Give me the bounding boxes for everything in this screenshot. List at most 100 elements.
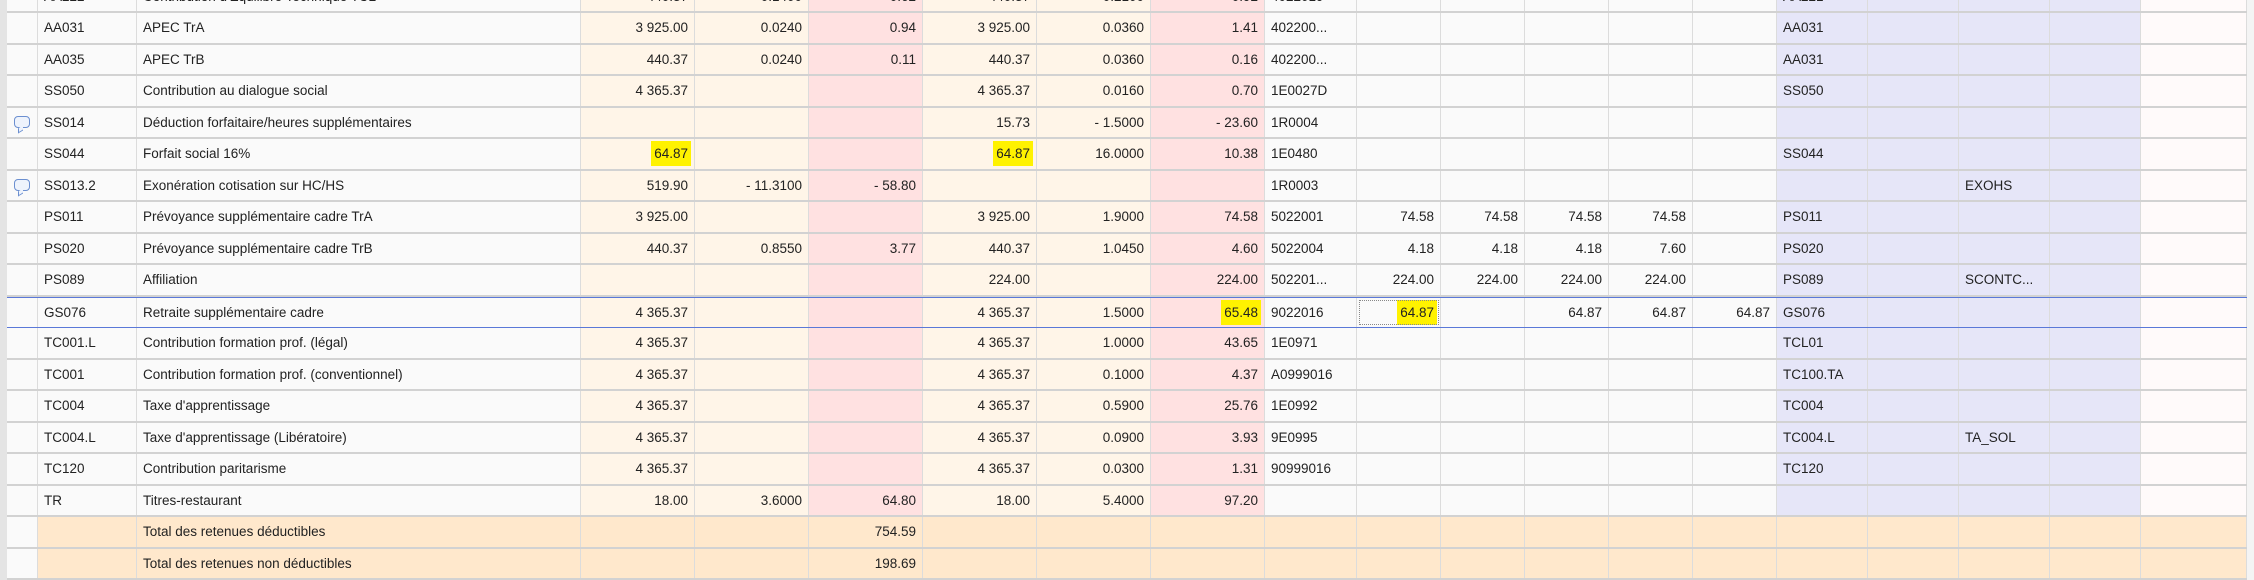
cell-m1[interactable]: SS050 <box>1777 76 1868 106</box>
cell-r1[interactable] <box>695 139 809 169</box>
cell-label[interactable]: Taxe d'apprentissage <box>137 391 581 421</box>
comment-icon[interactable] <box>14 179 30 192</box>
cell-c2[interactable] <box>1441 13 1525 43</box>
cell-label[interactable]: Contribution paritarisme <box>137 454 581 484</box>
comment-icon[interactable] <box>14 116 30 129</box>
cell-c3[interactable] <box>1525 44 1609 74</box>
cell-r2[interactable] <box>1037 170 1151 200</box>
cell-b1[interactable]: 519.90 <box>581 170 695 200</box>
cell-code[interactable]: SS014 <box>38 107 137 137</box>
cell-c5[interactable] <box>1693 359 1777 389</box>
cell-m3[interactable] <box>1959 44 2050 74</box>
cell-c3[interactable] <box>1525 359 1609 389</box>
cell-c5[interactable] <box>1693 328 1777 358</box>
cell-code[interactable]: TC004 <box>38 391 137 421</box>
cell-b2[interactable]: 4 365.37 <box>923 422 1037 452</box>
cell-m3[interactable] <box>1959 485 2050 515</box>
cell-r1[interactable] <box>695 202 809 232</box>
cell-m1[interactable] <box>1777 170 1868 200</box>
cell-c5[interactable] <box>1693 233 1777 263</box>
cell-last[interactable] <box>2141 297 2247 327</box>
cell-a2[interactable] <box>1151 548 1265 578</box>
cell-c2[interactable] <box>1441 517 1525 547</box>
cell-c1[interactable] <box>1357 485 1441 515</box>
cell-label[interactable]: Forfait social 16% <box>137 139 581 169</box>
cell-m2[interactable] <box>1868 359 1959 389</box>
cell-code[interactable]: TC004.L <box>38 422 137 452</box>
cell-m2[interactable] <box>1868 297 1959 327</box>
cell-label[interactable]: Taxe d'apprentissage (Libératoire) <box>137 422 581 452</box>
cell-last[interactable] <box>2141 0 2247 11</box>
cell-b1[interactable]: 4 365.37 <box>581 422 695 452</box>
cell-c3[interactable] <box>1525 328 1609 358</box>
cell-last[interactable] <box>2141 359 2247 389</box>
cell-c4[interactable]: 64.87 <box>1609 297 1693 327</box>
cell-c3[interactable] <box>1525 107 1609 137</box>
cell-m1[interactable]: TC120 <box>1777 454 1868 484</box>
cell-b1[interactable]: 440.37 <box>581 0 695 11</box>
cell-a1[interactable] <box>809 297 923 327</box>
cell-m2[interactable] <box>1868 517 1959 547</box>
cell-a1[interactable] <box>809 139 923 169</box>
cell-a2[interactable]: - 23.60 <box>1151 107 1265 137</box>
cell-c1[interactable] <box>1357 548 1441 578</box>
cell-code[interactable]: PS020 <box>38 233 137 263</box>
table-row[interactable]: PS011 Prévoyance supplémentaire cadre TrA… <box>7 202 2247 234</box>
cell-acct[interactable]: 1E0992 <box>1265 391 1357 421</box>
cell-c5[interactable]: 64.87 <box>1693 297 1777 327</box>
cell-icon[interactable] <box>7 139 38 169</box>
cell-a2[interactable]: 0.16 <box>1151 44 1265 74</box>
cell-a2[interactable] <box>1151 517 1265 547</box>
cell-b2[interactable]: 4 365.37 <box>923 297 1037 327</box>
cell-code[interactable]: PS011 <box>38 202 137 232</box>
cell-b2[interactable] <box>923 517 1037 547</box>
cell-m2[interactable] <box>1868 170 1959 200</box>
cell-r1[interactable] <box>695 107 809 137</box>
cell-m1[interactable]: PS020 <box>1777 233 1868 263</box>
cell-c3[interactable]: 74.58 <box>1525 202 1609 232</box>
cell-b2[interactable]: 440.37 <box>923 0 1037 11</box>
cell-c2[interactable] <box>1441 422 1525 452</box>
cell-label[interactable]: Déduction forfaitaire/heures supplémenta… <box>137 107 581 137</box>
cell-acct[interactable]: 1E0480 <box>1265 139 1357 169</box>
cell-b2[interactable] <box>923 170 1037 200</box>
cell-icon[interactable] <box>7 13 38 43</box>
cell-m2[interactable] <box>1868 76 1959 106</box>
cell-m1[interactable] <box>1777 485 1868 515</box>
cell-c2[interactable]: 224.00 <box>1441 265 1525 295</box>
cell-b2[interactable]: 440.37 <box>923 44 1037 74</box>
cell-b1[interactable] <box>581 548 695 578</box>
cell-c4[interactable]: 224.00 <box>1609 265 1693 295</box>
cell-a1[interactable] <box>809 391 923 421</box>
cell-a1[interactable] <box>809 422 923 452</box>
cell-acct[interactable]: 402200... <box>1265 13 1357 43</box>
cell-c1[interactable]: 224.00 <box>1357 265 1441 295</box>
cell-c3[interactable] <box>1525 76 1609 106</box>
cell-last[interactable] <box>2141 328 2247 358</box>
cell-m2[interactable] <box>1868 13 1959 43</box>
cell-label[interactable]: Exonération cotisation sur HC/HS <box>137 170 581 200</box>
cell-m3[interactable] <box>1959 76 2050 106</box>
table-row[interactable]: TC004.L Taxe d'apprentissage (Libératoire… <box>7 422 2247 454</box>
cell-r2[interactable]: 0.0900 <box>1037 422 1151 452</box>
cell-code[interactable] <box>38 517 137 547</box>
cell-m3[interactable] <box>1959 391 2050 421</box>
cell-acct[interactable]: 502201... <box>1265 265 1357 295</box>
cell-b2[interactable]: 3 925.00 <box>923 202 1037 232</box>
cell-c2[interactable]: 4.18 <box>1441 233 1525 263</box>
table-row[interactable]: GS076 Retraite supplémentaire cadre 4 365.… <box>7 296 2247 328</box>
cell-a2[interactable]: 74.58 <box>1151 202 1265 232</box>
cell-last[interactable] <box>2141 44 2247 74</box>
cell-c4[interactable] <box>1609 485 1693 515</box>
cell-icon[interactable] <box>7 44 38 74</box>
cell-a1[interactable] <box>809 328 923 358</box>
cell-c2[interactable] <box>1441 44 1525 74</box>
cell-r2[interactable]: 16.0000 <box>1037 139 1151 169</box>
cell-r2[interactable]: 1.0000 <box>1037 328 1151 358</box>
cell-c2[interactable] <box>1441 359 1525 389</box>
cell-m4[interactable] <box>2050 517 2141 547</box>
cell-code[interactable]: AA222 <box>38 0 137 11</box>
cell-b1[interactable] <box>581 265 695 295</box>
cell-r2[interactable]: 0.0360 <box>1037 13 1151 43</box>
cell-c5[interactable] <box>1693 485 1777 515</box>
